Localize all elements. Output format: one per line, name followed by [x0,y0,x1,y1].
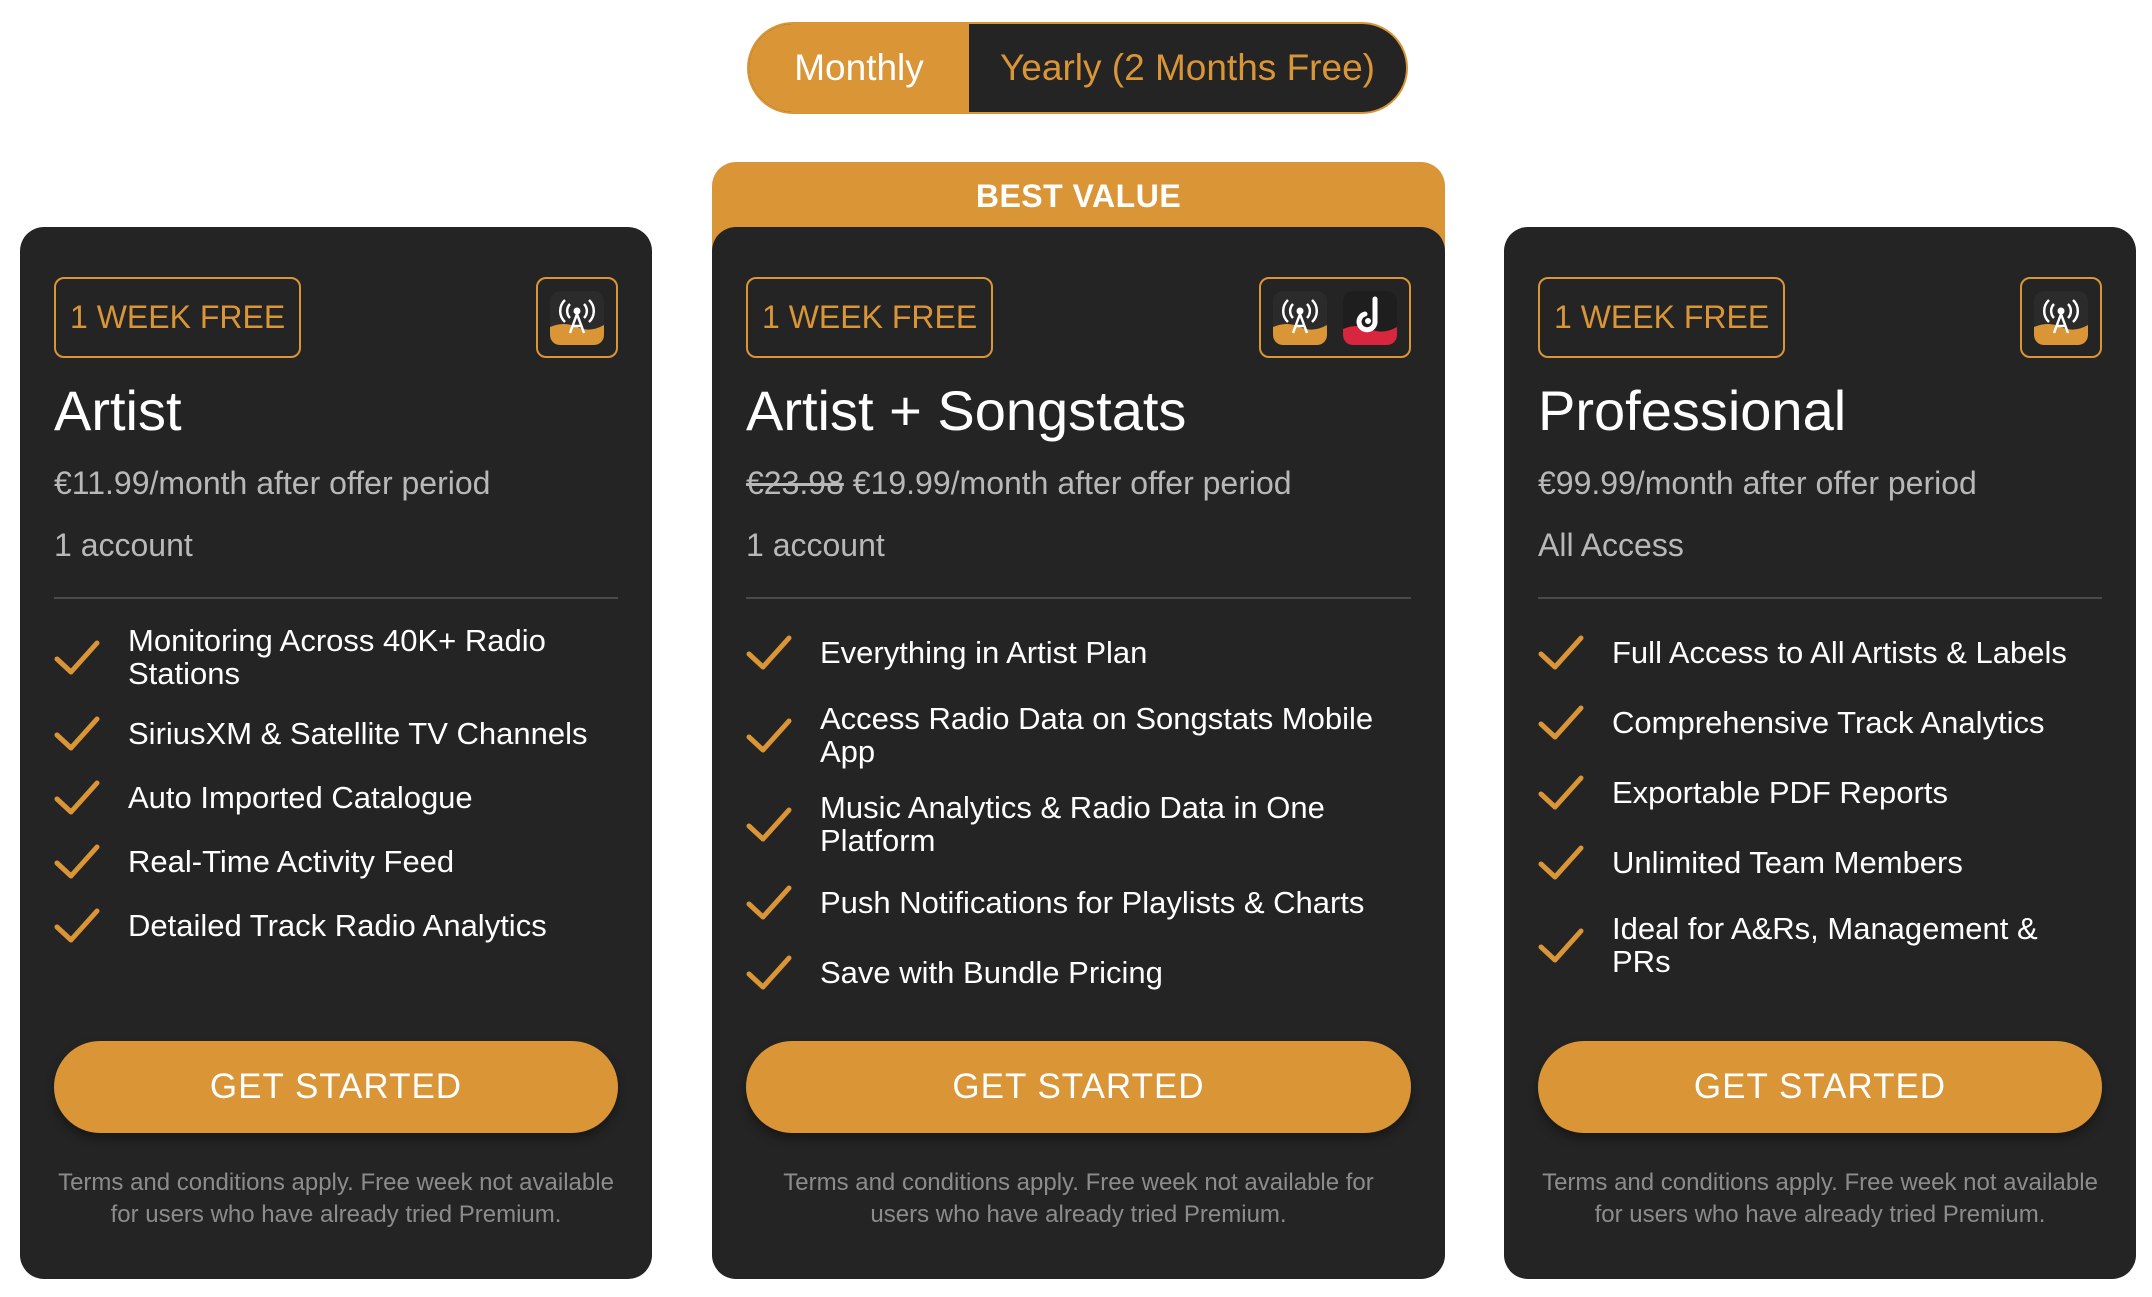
feature-text: Ideal for A&Rs, Management & PRs [1612,911,2038,979]
plan-card-artist-songstats: 1 WEEK FREE Artist + Songstats €23.98 €1… [712,227,1445,1279]
feature-item: Ideal for A&Rs, Management & PRs [1538,911,2102,979]
plan-accounts: 1 account [54,527,193,563]
terms-note: Terms and conditions apply. Free week no… [1542,1169,2098,1229]
free-trial-badge: 1 WEEK FREE [746,277,994,358]
feature-item: Detailed Track Radio Analytics [54,906,618,946]
checkmark-icon [746,805,792,845]
feature-item: Everything in Artist Plan [746,633,1411,673]
feature-text: Monitoring Across 40K+ Radio Stations [128,623,546,691]
feature-text: Access Radio Data on Songstats Mobile Ap… [820,701,1374,769]
feature-text: Auto Imported Catalogue [128,779,473,815]
get-started-button[interactable]: GET STARTED [54,1041,618,1133]
checkmark-icon [746,883,792,923]
checkmark-icon [1538,633,1584,673]
billing-period-toggle[interactable]: Monthly Yearly (2 Months Free) [747,22,1408,114]
plan-price-value: €99.99/month after offer period [1538,465,1977,501]
checkmark-icon [746,953,792,993]
plan-card-professional: 1 WEEK FREE Professional €99.99/month af… [1504,227,2136,1279]
feature-text: Music Analytics & Radio Data in One Plat… [820,790,1325,858]
feature-item: Full Access to All Artists & Labels [1538,633,2102,673]
divider [1538,597,2102,599]
feature-text: Full Access to All Artists & Labels [1612,634,2067,670]
plan-name: Professional [1538,379,1847,442]
free-trial-badge: 1 WEEK FREE [1538,277,1786,358]
free-trial-badge: 1 WEEK FREE [54,277,302,358]
feature-text: Comprehensive Track Analytics [1612,704,2045,740]
feature-item: Auto Imported Catalogue [54,778,618,818]
feature-list: Everything in Artist Plan Access Radio D… [746,633,1411,1017]
get-started-button[interactable]: GET STARTED [1538,1041,2102,1133]
checkmark-icon [746,716,792,756]
terms-note: Terms and conditions apply. Free week no… [58,1169,614,1229]
plan-price: €11.99/month after offer period [54,465,490,502]
radio-tower-icon [2034,291,2088,345]
feature-item: Exportable PDF Reports [1538,773,2102,813]
checkmark-icon [1538,926,1584,966]
plan-price-value: €11.99/month after offer period [54,465,491,501]
included-apps [2020,277,2102,358]
feature-item: Real-Time Activity Feed [54,842,618,882]
feature-item: Comprehensive Track Analytics [1538,703,2102,743]
checkmark-icon [54,906,100,946]
plan-price-value: €19.99/month after offer period [852,465,1292,501]
monthly-option[interactable]: Monthly [749,24,969,112]
feature-list: Full Access to All Artists & Labels Comp… [1538,633,2102,1002]
plan-accounts: 1 account [746,527,885,563]
plan-name: Artist [54,379,182,442]
feature-text: Push Notifications for Playlists & Chart… [820,884,1365,920]
plan-price: €23.98 €19.99/month after offer period [746,465,1292,502]
plan-price: €99.99/month after offer period [1538,465,1977,502]
checkmark-icon [1538,703,1584,743]
feature-text: Real-Time Activity Feed [128,843,455,879]
feature-text: Everything in Artist Plan [820,634,1148,670]
included-apps [1259,277,1411,358]
checkmark-icon [1538,843,1584,883]
feature-list: Monitoring Across 40K+ Radio Stations Si… [54,623,618,970]
feature-item: Monitoring Across 40K+ Radio Stations [54,623,618,691]
feature-text: Detailed Track Radio Analytics [128,907,547,943]
checkmark-icon [54,714,100,754]
feature-item: SiriusXM & Satellite TV Channels [54,714,618,754]
feature-item: Access Radio Data on Songstats Mobile Ap… [746,701,1411,769]
feature-text: SiriusXM & Satellite TV Channels [128,715,588,751]
plan-card-artist: 1 WEEK FREE Artist €11.99/month after of… [20,227,652,1279]
plan-name: Artist + Songstats [746,379,1187,442]
feature-text: Save with Bundle Pricing [820,954,1163,990]
checkmark-icon [54,778,100,818]
feature-item: Music Analytics & Radio Data in One Plat… [746,790,1411,858]
yearly-option[interactable]: Yearly (2 Months Free) [969,24,1406,112]
radio-tower-icon [550,291,604,345]
checkmark-icon [54,842,100,882]
feature-item: Save with Bundle Pricing [746,953,1411,993]
divider [54,597,618,599]
get-started-button[interactable]: GET STARTED [746,1041,1411,1133]
radio-tower-icon [1273,291,1327,345]
feature-item: Push Notifications for Playlists & Chart… [746,883,1411,923]
checkmark-icon [54,638,100,678]
divider [746,597,1411,599]
plan-accounts: All Access [1538,527,1684,563]
terms-note: Terms and conditions apply. Free week no… [783,1169,1374,1229]
feature-item: Unlimited Team Members [1538,843,2102,883]
checkmark-icon [1538,773,1584,813]
songstats-logo-icon [1343,291,1397,345]
feature-text: Exportable PDF Reports [1612,774,1948,810]
included-apps [536,277,618,358]
feature-text: Unlimited Team Members [1612,844,1963,880]
plan-price-original: €23.98 [746,465,844,501]
checkmark-icon [746,633,792,673]
